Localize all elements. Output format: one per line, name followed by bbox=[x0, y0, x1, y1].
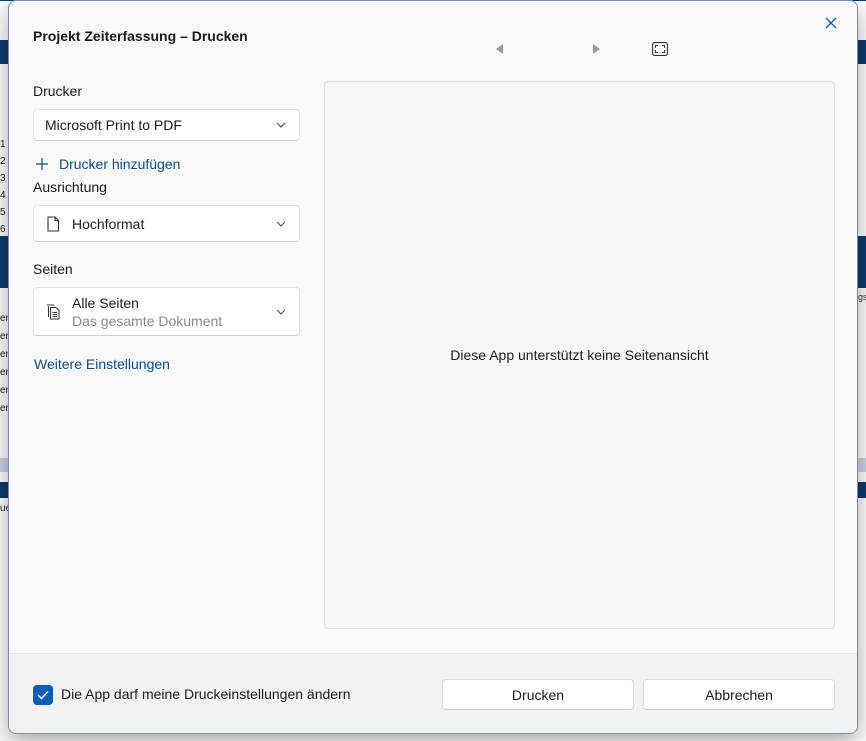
dialog-footer: Die App darf meine Druckeinstellungen än… bbox=[9, 653, 857, 733]
multiple-pages-icon bbox=[47, 304, 60, 319]
print-button[interactable]: Drucken bbox=[442, 679, 634, 710]
row-text: ue bbox=[0, 503, 8, 514]
pages-label: Seiten bbox=[33, 261, 73, 277]
more-settings-link[interactable]: Weitere Einstellungen bbox=[34, 356, 170, 372]
row-number: 5 bbox=[0, 207, 6, 218]
background-row-numbers: 1 2 3 4 5 6 bbox=[0, 136, 8, 238]
chevron-down-icon bbox=[276, 309, 286, 315]
allow-app-settings-label: Die App darf meine Druckeinstellungen än… bbox=[61, 686, 351, 702]
row-text: er bbox=[0, 349, 8, 360]
background-row-texts: er er er er er er bbox=[0, 310, 8, 418]
row-number: 3 bbox=[0, 173, 6, 184]
portrait-page-icon bbox=[47, 215, 60, 232]
add-printer-label: Drucker hinzufügen bbox=[59, 156, 181, 172]
printer-value: Microsoft Print to PDF bbox=[45, 117, 182, 133]
print-preview-area: Diese App unterstützt keine Seitenansich… bbox=[324, 81, 835, 629]
plus-icon bbox=[36, 158, 48, 170]
previous-page-button[interactable] bbox=[492, 41, 508, 57]
dialog-title: Projekt Zeiterfassung – Drucken bbox=[33, 28, 248, 44]
orientation-value: Hochformat bbox=[72, 215, 145, 232]
orientation-label: Ausrichtung bbox=[33, 179, 107, 195]
row-number: 4 bbox=[0, 190, 6, 201]
row-text: er bbox=[0, 331, 8, 342]
row-number: 6 bbox=[0, 224, 6, 235]
checkmark-icon bbox=[37, 690, 49, 700]
row-number: 1 bbox=[0, 139, 6, 150]
printer-select[interactable]: Microsoft Print to PDF bbox=[33, 109, 300, 141]
printer-label: Drucker bbox=[33, 83, 83, 99]
close-icon bbox=[825, 17, 837, 29]
chevron-down-icon bbox=[276, 221, 286, 227]
pages-subtext: Das gesamte Dokument bbox=[72, 312, 223, 329]
row-text: er bbox=[0, 385, 8, 396]
triangle-left-icon bbox=[496, 44, 503, 54]
preview-message: Diese App unterstützt keine Seitenansich… bbox=[450, 347, 709, 363]
triangle-right-icon bbox=[593, 44, 600, 54]
chevron-down-icon bbox=[276, 122, 286, 128]
orientation-select[interactable]: Hochformat bbox=[33, 205, 300, 242]
cancel-button[interactable]: Abbrechen bbox=[643, 679, 835, 710]
fit-to-window-icon bbox=[652, 42, 668, 56]
row-text: er bbox=[0, 403, 8, 414]
row-text: er bbox=[0, 313, 8, 324]
allow-app-settings-checkbox[interactable] bbox=[33, 685, 53, 705]
print-dialog: Projekt Zeiterfassung – Drucken Drucker … bbox=[8, 0, 858, 734]
row-number: 2 bbox=[0, 156, 6, 167]
background-right-text: gs bbox=[858, 292, 866, 302]
row-text: er bbox=[0, 367, 8, 378]
next-page-button[interactable] bbox=[588, 41, 604, 57]
pages-value: Alle Seiten bbox=[72, 294, 139, 311]
fit-page-button[interactable] bbox=[651, 41, 669, 57]
background-bottom-text: ue bbox=[0, 500, 8, 518]
close-button[interactable] bbox=[817, 9, 845, 37]
add-printer-link[interactable]: Drucker hinzufügen bbox=[35, 156, 180, 172]
pages-select[interactable]: Alle Seiten Das gesamte Dokument bbox=[33, 287, 300, 336]
